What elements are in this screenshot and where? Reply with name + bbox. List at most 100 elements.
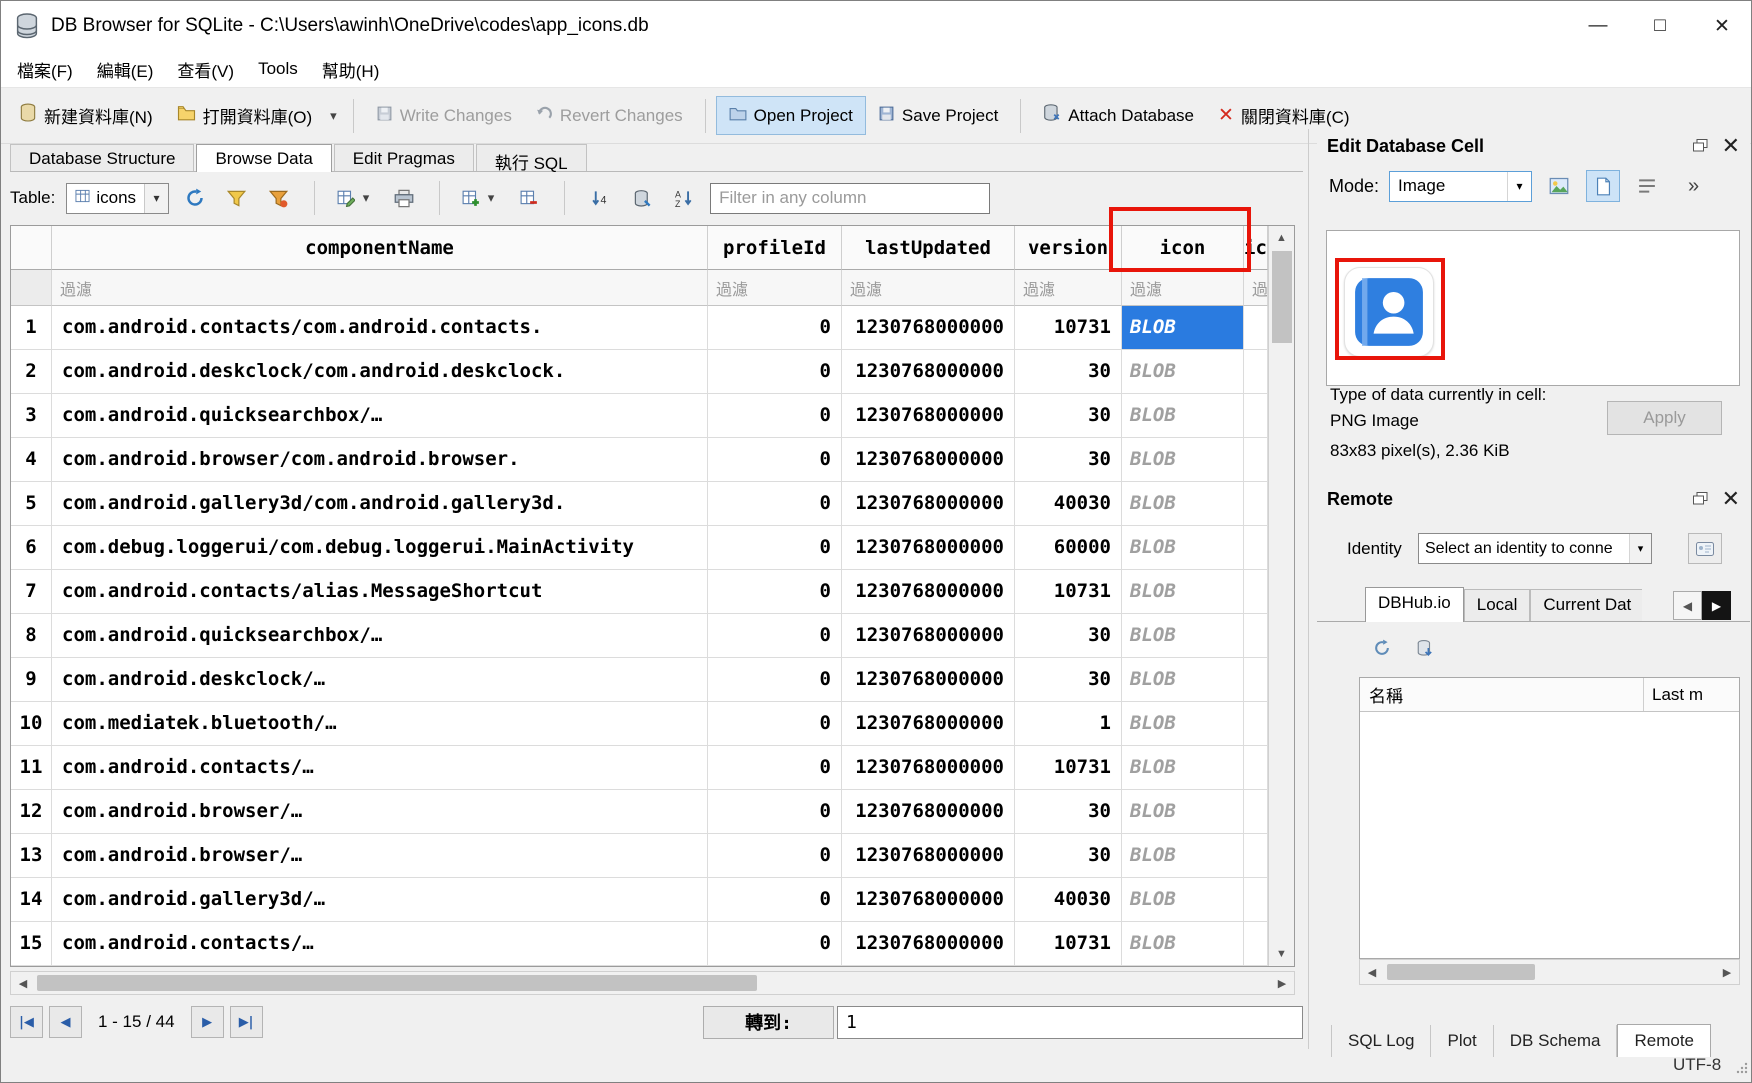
save-filter-button[interactable] (262, 182, 295, 214)
row-number[interactable]: 9 (11, 658, 52, 702)
cell-componentName[interactable]: com.android.browser/com.android.browser. (52, 438, 708, 482)
cell-overflow[interactable] (1244, 306, 1268, 350)
cell-version[interactable]: 1 (1015, 702, 1122, 746)
resize-grip[interactable] (1735, 1061, 1748, 1079)
cell-profileId[interactable]: 0 (708, 570, 842, 614)
cell-icon[interactable]: BLOB (1122, 438, 1244, 482)
cell-componentName[interactable]: com.android.contacts/… (52, 922, 708, 966)
cell-profileId[interactable]: 0 (708, 614, 842, 658)
cell-lastUpdated[interactable]: 1230768000000 (842, 482, 1015, 526)
cell-componentName[interactable]: com.android.browser/… (52, 790, 708, 834)
cell-overflow[interactable] (1244, 878, 1268, 922)
cell-lastUpdated[interactable]: 1230768000000 (842, 790, 1015, 834)
cell-profileId[interactable]: 0 (708, 306, 842, 350)
cell-lastUpdated[interactable]: 1230768000000 (842, 658, 1015, 702)
text-view-button[interactable] (1586, 170, 1620, 202)
cell-lastUpdated[interactable]: 1230768000000 (842, 834, 1015, 878)
filter-lastUpdated[interactable]: 過濾 (842, 270, 1015, 306)
last-page-button[interactable]: ▶| (230, 1006, 263, 1038)
menu-view[interactable]: 查看(V) (165, 51, 246, 88)
cell-overflow[interactable] (1244, 350, 1268, 394)
row-number[interactable]: 8 (11, 614, 52, 658)
cell-lastUpdated[interactable]: 1230768000000 (842, 702, 1015, 746)
import-data-button[interactable] (1542, 170, 1576, 202)
remote-scroll-thumb[interactable] (1387, 964, 1535, 980)
cell-version[interactable]: 10731 (1015, 746, 1122, 790)
cell-version[interactable]: 30 (1015, 438, 1122, 482)
vertical-scroll-thumb[interactable] (1272, 251, 1292, 343)
cell-version[interactable]: 60000 (1015, 526, 1122, 570)
row-number[interactable]: 11 (11, 746, 52, 790)
cell-icon[interactable]: BLOB (1122, 834, 1244, 878)
cell-profileId[interactable]: 0 (708, 702, 842, 746)
row-number-header[interactable] (11, 226, 52, 270)
cell-profileId[interactable]: 0 (708, 438, 842, 482)
cell-componentName[interactable]: com.android.gallery3d/… (52, 878, 708, 922)
cell-componentName[interactable]: com.mediatek.bluetooth/… (52, 702, 708, 746)
cell-lastUpdated[interactable]: 1230768000000 (842, 746, 1015, 790)
cell-icon[interactable]: BLOB (1122, 702, 1244, 746)
row-number[interactable]: 6 (11, 526, 52, 570)
filter-overflow[interactable]: 過濾 (1244, 270, 1268, 306)
column-header-icon[interactable]: icon (1122, 226, 1244, 270)
cell-version[interactable]: 40030 (1015, 878, 1122, 922)
edit-record-button[interactable]: ▾ (334, 182, 378, 214)
next-page-button[interactable]: ▶ (191, 1006, 224, 1038)
scroll-up-icon[interactable]: ▲ (1269, 226, 1294, 250)
column-header-componentName[interactable]: componentName (52, 226, 708, 270)
import-certificate-button[interactable] (1688, 533, 1722, 564)
cell-icon[interactable]: BLOB (1122, 526, 1244, 570)
sort-az-button[interactable]: AZ (668, 182, 701, 214)
cell-componentName[interactable]: com.android.quicksearchbox/… (52, 394, 708, 438)
menu-edit[interactable]: 編輯(E) (85, 51, 166, 88)
cell-lastUpdated[interactable]: 1230768000000 (842, 878, 1015, 922)
cell-overflow[interactable] (1244, 482, 1268, 526)
insert-record-button[interactable]: ▾ (459, 182, 503, 214)
row-number[interactable]: 7 (11, 570, 52, 614)
cell-lastUpdated[interactable]: 1230768000000 (842, 570, 1015, 614)
scroll-right-icon[interactable]: ▶ (1715, 960, 1739, 984)
row-number[interactable]: 5 (11, 482, 52, 526)
row-number[interactable]: 15 (11, 922, 52, 966)
cell-icon[interactable]: BLOB (1122, 306, 1244, 350)
grid-vertical-scrollbar[interactable]: ▲ ▼ (1268, 226, 1294, 966)
cell-lastUpdated[interactable]: 1230768000000 (842, 526, 1015, 570)
filter-profileId[interactable]: 過濾 (708, 270, 842, 306)
cell-icon[interactable]: BLOB (1122, 350, 1244, 394)
new-database-button[interactable]: 新建資料庫(N) (7, 95, 165, 136)
cell-overflow[interactable] (1244, 658, 1268, 702)
cell-lastUpdated[interactable]: 1230768000000 (842, 922, 1015, 966)
filter-componentName[interactable]: 過濾 (52, 270, 708, 306)
remote-refresh-button[interactable] (1365, 632, 1398, 664)
cell-profileId[interactable]: 0 (708, 350, 842, 394)
word-wrap-button[interactable] (1630, 170, 1664, 202)
cell-lastUpdated[interactable]: 1230768000000 (842, 350, 1015, 394)
cell-version[interactable]: 30 (1015, 350, 1122, 394)
cell-version[interactable]: 10731 (1015, 570, 1122, 614)
cell-icon[interactable]: BLOB (1122, 614, 1244, 658)
cell-componentName[interactable]: com.android.contacts/… (52, 746, 708, 790)
revert-changes-button[interactable]: Revert Changes (524, 97, 695, 135)
cell-componentName[interactable]: com.android.deskclock/… (52, 658, 708, 702)
scroll-right-icon[interactable]: ▶ (1270, 972, 1294, 994)
row-number[interactable]: 10 (11, 702, 52, 746)
filter-version[interactable]: 過濾 (1015, 270, 1122, 306)
mode-select[interactable]: Image ▾ (1389, 171, 1532, 202)
tab-scroll-right-icon[interactable]: ▶ (1702, 591, 1731, 620)
cell-icon[interactable]: BLOB (1122, 394, 1244, 438)
first-page-button[interactable]: |◀ (10, 1006, 43, 1038)
tab-dbhub[interactable]: DBHub.io (1365, 587, 1464, 622)
cell-version[interactable]: 30 (1015, 394, 1122, 438)
attach-database-button[interactable]: Attach Database (1031, 96, 1206, 136)
remote-clone-database-button[interactable] (1408, 632, 1441, 664)
tab-scroll-left-icon[interactable]: ◀ (1673, 591, 1702, 620)
goto-input[interactable] (837, 1006, 1303, 1039)
row-number[interactable]: 2 (11, 350, 52, 394)
cell-componentName[interactable]: com.android.browser/… (52, 834, 708, 878)
save-table-button[interactable] (626, 182, 659, 214)
cell-profileId[interactable]: 0 (708, 878, 842, 922)
tab-database-structure[interactable]: Database Structure (10, 144, 194, 171)
float-panel-icon[interactable] (1693, 489, 1708, 510)
cell-version[interactable]: 40030 (1015, 482, 1122, 526)
cell-icon[interactable]: BLOB (1122, 746, 1244, 790)
